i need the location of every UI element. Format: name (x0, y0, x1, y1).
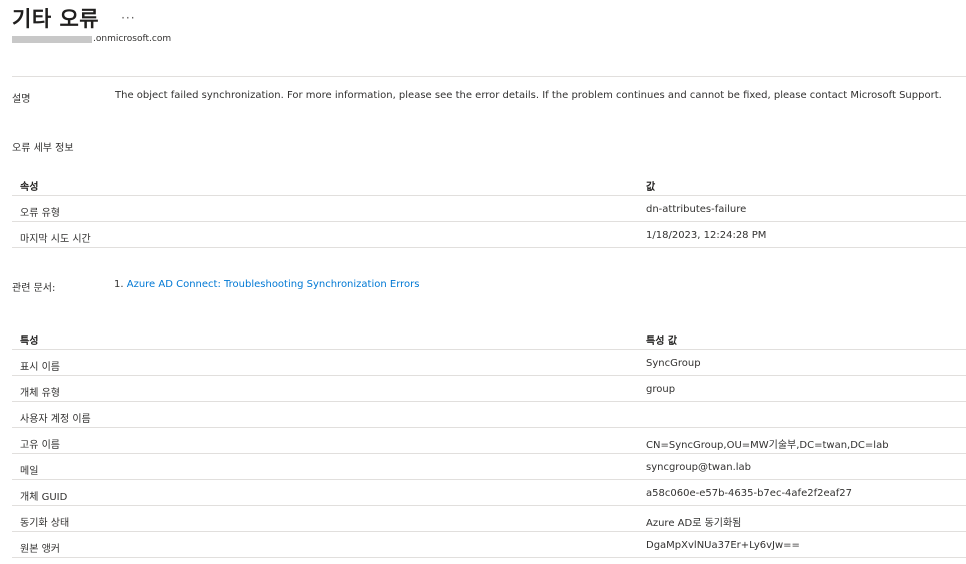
grid-row: 표시 이름 SyncGroup (12, 350, 966, 376)
sync-status-value: Azure AD로 동기화됨 (646, 518, 742, 529)
grid-row: 마지막 시도 시간 1/18/2023, 12:24:28 PM (12, 222, 966, 248)
grid-row: 동기화 상태 Azure AD로 동기화됨 (12, 506, 966, 532)
description-text: The object failed synchronization. For m… (115, 90, 942, 101)
related-docs-label: 관련 문서: (12, 283, 56, 294)
mail-value: syncgroup@twan.lab (646, 462, 752, 473)
user-principal-name-label: 사용자 계정 이름 (20, 414, 91, 425)
display-name-label: 표시 이름 (20, 362, 60, 373)
tenant-domain: .onmicrosoft.com (12, 34, 171, 44)
title-row: 기타 오류 ··· (12, 3, 171, 33)
sync-status-label: 동기화 상태 (20, 518, 70, 529)
description-row: 설명 The object failed synchronization. Fo… (12, 90, 942, 105)
grid-row: 개체 유형 group (12, 376, 966, 402)
last-attempt-label: 마지막 시도 시간 (20, 234, 91, 245)
divider (12, 76, 966, 77)
grid-header-row: 특성 특성 값 (12, 324, 966, 350)
object-guid-value: a58c060e-e57b-4635-b7ec-4afe2f2eaf27 (646, 488, 852, 499)
related-doc-item: 1. Azure AD Connect: Troubleshooting Syn… (114, 279, 419, 294)
description-label: 설명 (12, 94, 31, 105)
last-attempt-value: 1/18/2023, 12:24:28 PM (646, 230, 767, 241)
column-header-value: 값 (646, 182, 656, 193)
page-title: 기타 오류 (12, 7, 100, 31)
related-doc-number: 1. (114, 279, 124, 290)
grid-row: 원본 앵커 DgaMpXvlNUa37Er+Ly6vJw== (12, 532, 966, 558)
page-header: 기타 오류 ··· .onmicrosoft.com (12, 3, 171, 44)
grid-header-row: 속성 값 (12, 170, 966, 196)
distinguished-name-label: 고유 이름 (20, 440, 60, 451)
error-details-heading: 오류 세부 정보 (12, 143, 74, 154)
object-guid-label: 개체 GUID (20, 492, 68, 503)
tenant-domain-suffix: .onmicrosoft.com (93, 34, 172, 44)
error-type-label: 오류 유형 (20, 208, 60, 219)
column-header-attribute: 특성 (20, 336, 39, 347)
error-type-value: dn-attributes-failure (646, 204, 747, 215)
related-docs-row: 관련 문서: 1. Azure AD Connect: Troubleshoot… (12, 279, 419, 294)
display-name-value: SyncGroup (646, 358, 701, 369)
object-type-value: group (646, 384, 676, 395)
more-options-button[interactable]: ··· (121, 11, 135, 25)
distinguished-name-value: CN=SyncGroup,OU=MW기술부,DC=twan,DC=lab (646, 440, 889, 451)
redacted-tenant-name (12, 35, 92, 43)
error-details-grid: 속성 값 오류 유형 dn-attributes-failure 마지막 시도 … (12, 170, 966, 248)
troubleshooting-doc-link[interactable]: Azure AD Connect: Troubleshooting Synchr… (127, 279, 420, 290)
source-anchor-label: 원본 앵커 (20, 544, 60, 555)
grid-row: 오류 유형 dn-attributes-failure (12, 196, 966, 222)
grid-row: 고유 이름 CN=SyncGroup,OU=MW기술부,DC=twan,DC=l… (12, 428, 966, 454)
grid-row: 개체 GUID a58c060e-e57b-4635-b7ec-4afe2f2e… (12, 480, 966, 506)
source-anchor-value: DgaMpXvlNUa37Er+Ly6vJw== (646, 540, 800, 551)
grid-row: 메일 syncgroup@twan.lab (12, 454, 966, 480)
grid-row: 사용자 계정 이름 (12, 402, 966, 428)
column-header-attribute-value: 특성 값 (646, 336, 678, 347)
column-header-property: 속성 (20, 182, 39, 193)
attributes-grid: 특성 특성 값 표시 이름 SyncGroup 개체 유형 group 사용자 … (12, 324, 966, 558)
mail-label: 메일 (20, 466, 39, 477)
object-type-label: 개체 유형 (20, 388, 60, 399)
